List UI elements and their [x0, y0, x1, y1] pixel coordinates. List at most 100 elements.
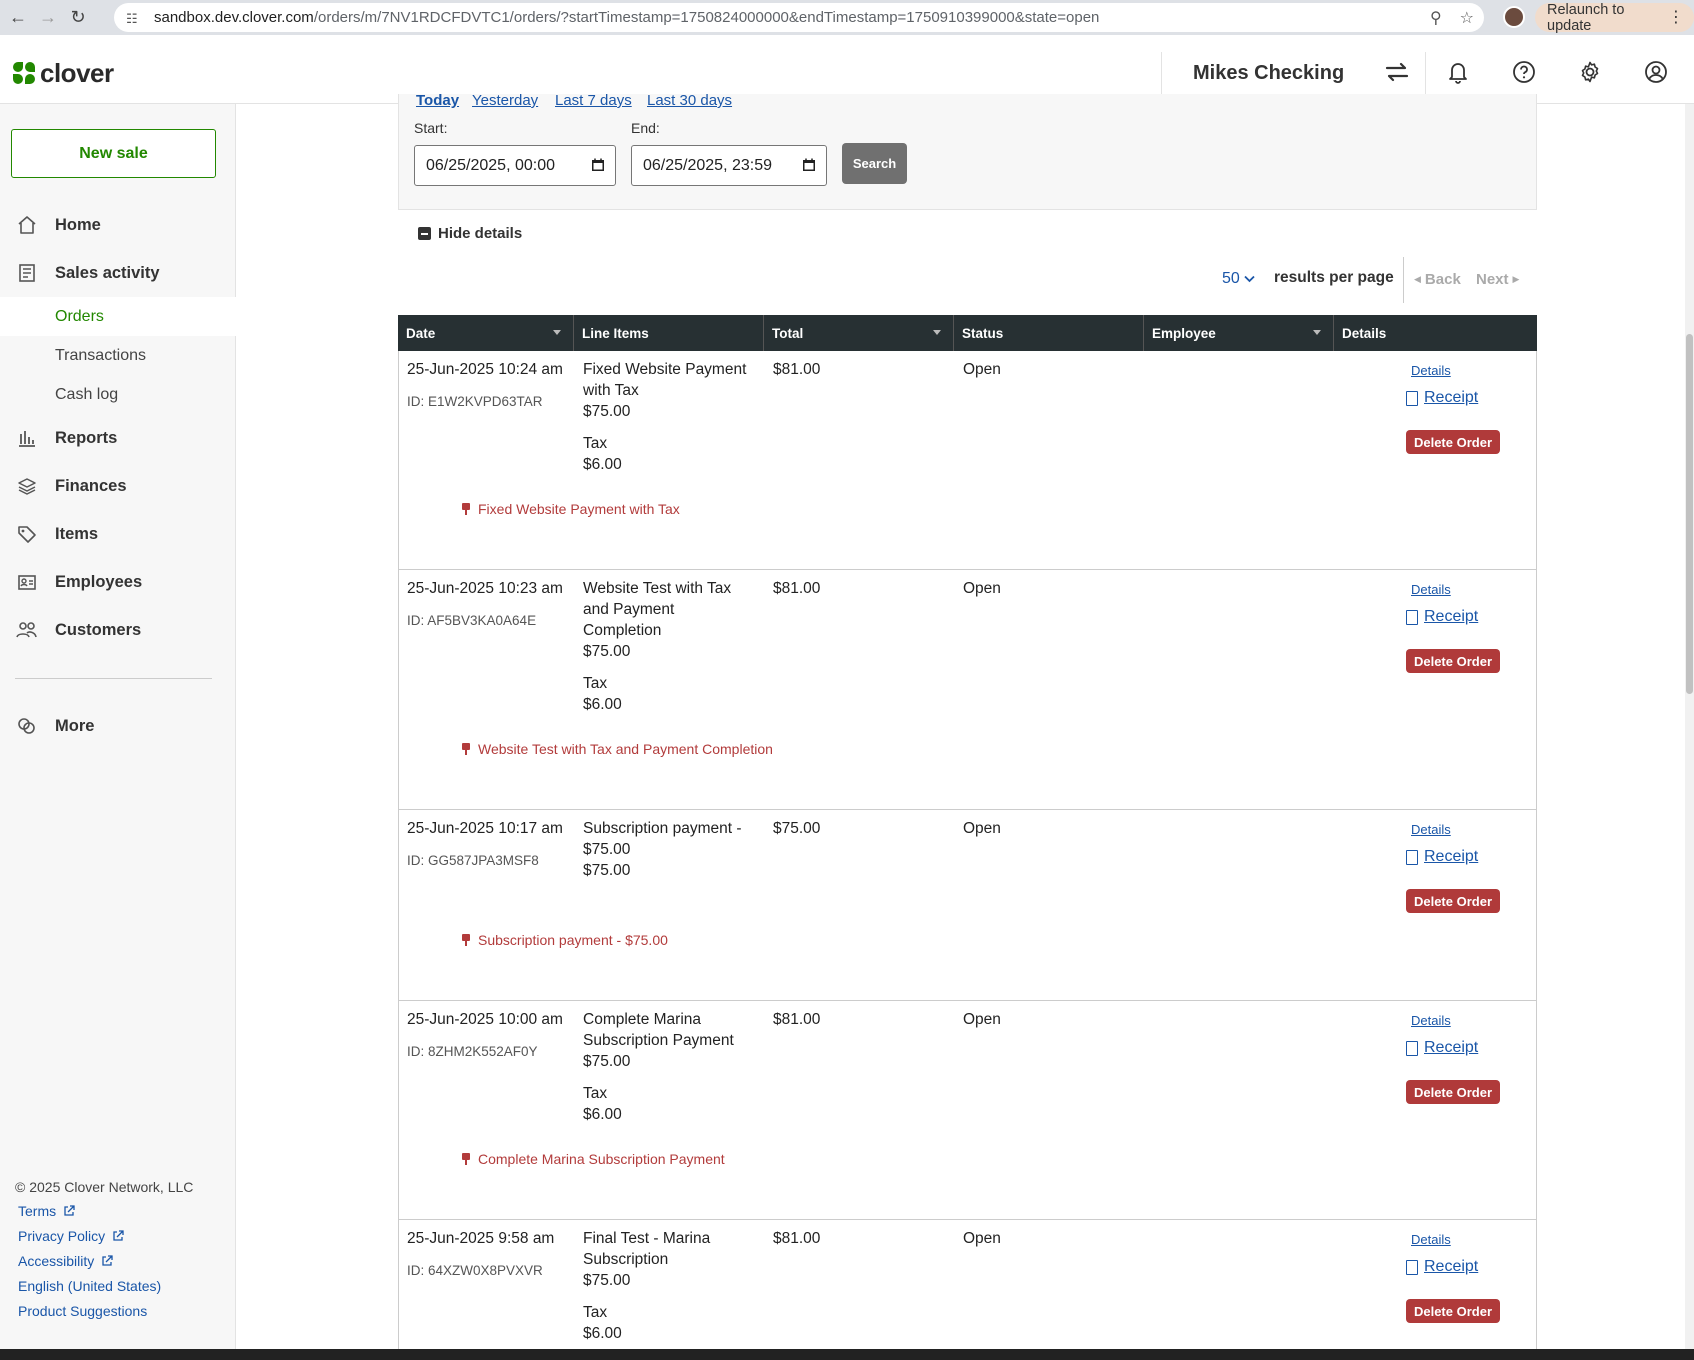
search-button[interactable]: Search [842, 143, 907, 184]
new-sale-button[interactable]: New sale [11, 129, 216, 178]
bar-chart-icon [16, 428, 38, 448]
hide-details-toggle[interactable]: Hide details [418, 225, 522, 242]
receipt-icon [16, 263, 38, 283]
column-label: Line Items [582, 325, 649, 341]
receipt-link[interactable]: Receipt [1406, 848, 1478, 866]
sidebar-item-employees[interactable]: Employees [0, 562, 236, 602]
page-scrollbar[interactable] [1685, 104, 1694, 1349]
sidebar-item-home[interactable]: Home [0, 205, 236, 245]
sidebar-item-finances[interactable]: Finances [0, 466, 236, 506]
start-datetime-input[interactable]: 06/25/2025, 00:00 [414, 145, 616, 186]
sidebar-subitem-cash-log[interactable]: Cash log [0, 375, 236, 414]
line-item-name: Final Test - Marina Subscription [583, 1230, 711, 1268]
quick-link-yesterday[interactable]: Yesterday [472, 92, 538, 109]
order-note: Subscription payment - $75.00 [461, 932, 668, 948]
sidebar-item-sales-activity[interactable]: Sales activity [0, 253, 236, 293]
pin-icon [461, 934, 471, 946]
footer-link-label: Privacy Policy [18, 1228, 106, 1244]
address-bar[interactable]: ☷ sandbox.dev.clover.com/orders/m/7NV1RD… [114, 3, 1484, 32]
delete-order-button[interactable]: Delete Order [1406, 1299, 1500, 1323]
sidebar-item-items[interactable]: Items [0, 514, 236, 554]
end-datetime-input[interactable]: 06/25/2025, 23:59 [631, 145, 827, 186]
order-date: 25-Jun-2025 9:58 am [407, 1230, 555, 1247]
details-link[interactable]: Details [1411, 822, 1451, 837]
per-page-select[interactable]: 50 [1222, 270, 1255, 288]
sidebar-item-label: Items [55, 524, 99, 543]
column-label: Details [1342, 325, 1387, 341]
order-id: ID: 64XZW0X8PVXVR [407, 1263, 543, 1278]
bell-icon[interactable] [1445, 59, 1471, 85]
delete-order-button[interactable]: Delete Order [1406, 889, 1500, 913]
sort-caret-icon [933, 330, 941, 335]
next-button[interactable]: Next ▶ [1476, 271, 1519, 288]
line-item-name: Complete Marina Subscription Payment [583, 1011, 734, 1049]
quick-link-last-7-days[interactable]: Last 7 days [555, 92, 632, 109]
sidebar-item-more[interactable]: More [0, 706, 236, 746]
table-row: 25-Jun-2025 10:23 am ID: AF5BV3KA0A64E W… [398, 570, 1537, 810]
scrollbar-thumb[interactable] [1686, 334, 1693, 694]
site-settings-icon[interactable]: ☷ [126, 11, 144, 26]
reload-icon[interactable]: ↻ [66, 6, 90, 30]
delete-order-button[interactable]: Delete Order [1406, 430, 1500, 454]
pin-icon [461, 743, 471, 755]
line-item-price: $75.00 [583, 1272, 631, 1289]
sidebar-item-customers[interactable]: Customers [0, 610, 236, 650]
switch-merchant-icon[interactable] [1384, 59, 1410, 85]
footer-link-privacy-policy[interactable]: Privacy Policy [18, 1228, 124, 1244]
account-icon[interactable] [1643, 59, 1669, 85]
bookmark-star-icon[interactable]: ☆ [1460, 8, 1474, 28]
gear-icon[interactable] [1577, 59, 1603, 85]
calendar-icon[interactable] [802, 158, 816, 172]
calendar-icon[interactable] [591, 158, 605, 172]
key-icon[interactable]: ⚲ [1430, 8, 1442, 28]
details-link[interactable]: Details [1411, 582, 1451, 597]
details-link[interactable]: Details [1411, 363, 1451, 378]
order-note: Complete Marina Subscription Payment [461, 1151, 725, 1167]
relaunch-button[interactable]: Relaunch to update ⋮ [1535, 2, 1694, 34]
column-header-total[interactable]: Total [764, 315, 954, 351]
document-icon [1406, 609, 1418, 625]
sidebar-subitem-transactions[interactable]: Transactions [0, 336, 236, 375]
merchant-name[interactable]: Mikes Checking [1193, 62, 1344, 85]
footer-link-product-suggestions[interactable]: Product Suggestions [18, 1303, 147, 1319]
forward-arrow-icon[interactable]: → [36, 6, 60, 30]
clover-logo[interactable]: clover [13, 58, 114, 89]
footer-link-language[interactable]: English (United States) [18, 1278, 161, 1294]
receipt-link[interactable]: Receipt [1406, 1039, 1478, 1057]
quick-link-today[interactable]: Today [416, 92, 459, 109]
receipt-link[interactable]: Receipt [1406, 389, 1478, 407]
details-link[interactable]: Details [1411, 1013, 1451, 1028]
url-host: sandbox.dev.clover.com [154, 9, 314, 26]
quick-link-last-30-days[interactable]: Last 30 days [647, 92, 732, 109]
column-header-employee[interactable]: Employee [1144, 315, 1334, 351]
sidebar-item-reports[interactable]: Reports [0, 418, 236, 458]
sidebar-divider [15, 678, 212, 679]
order-total: $81.00 [773, 1011, 821, 1028]
receipt-link[interactable]: Receipt [1406, 608, 1478, 626]
browser-menu-icon[interactable]: ⋮ [1668, 7, 1684, 27]
back-arrow-icon[interactable]: ← [6, 6, 30, 30]
help-icon[interactable] [1511, 59, 1537, 85]
per-page-label: results per page [1274, 269, 1394, 286]
receipt-link[interactable]: Receipt [1406, 1258, 1478, 1276]
footer-link-accessibility[interactable]: Accessibility [18, 1253, 113, 1269]
sidebar-subitem-orders[interactable]: Orders [0, 297, 236, 336]
delete-order-button[interactable]: Delete Order [1406, 1080, 1500, 1104]
header-divider [1425, 52, 1426, 96]
sidebar-item-label: Reports [55, 428, 118, 447]
external-link-icon [64, 1205, 75, 1216]
line-item-name: Subscription payment - $75.00 [583, 820, 742, 858]
chevron-down-icon [1244, 275, 1255, 283]
hide-details-label: Hide details [438, 225, 523, 242]
delete-order-button[interactable]: Delete Order [1406, 649, 1500, 673]
profile-avatar[interactable] [1503, 6, 1525, 28]
column-label: Total [772, 325, 804, 341]
order-status: Open [963, 820, 1001, 837]
back-button[interactable]: ◀ Back [1414, 271, 1461, 288]
column-label: Status [962, 325, 1004, 341]
column-header-date[interactable]: Date [398, 315, 574, 351]
footer-link-terms[interactable]: Terms [18, 1203, 75, 1219]
details-link[interactable]: Details [1411, 1232, 1451, 1247]
people-icon [16, 620, 38, 640]
tax-label: Tax [583, 1304, 608, 1321]
